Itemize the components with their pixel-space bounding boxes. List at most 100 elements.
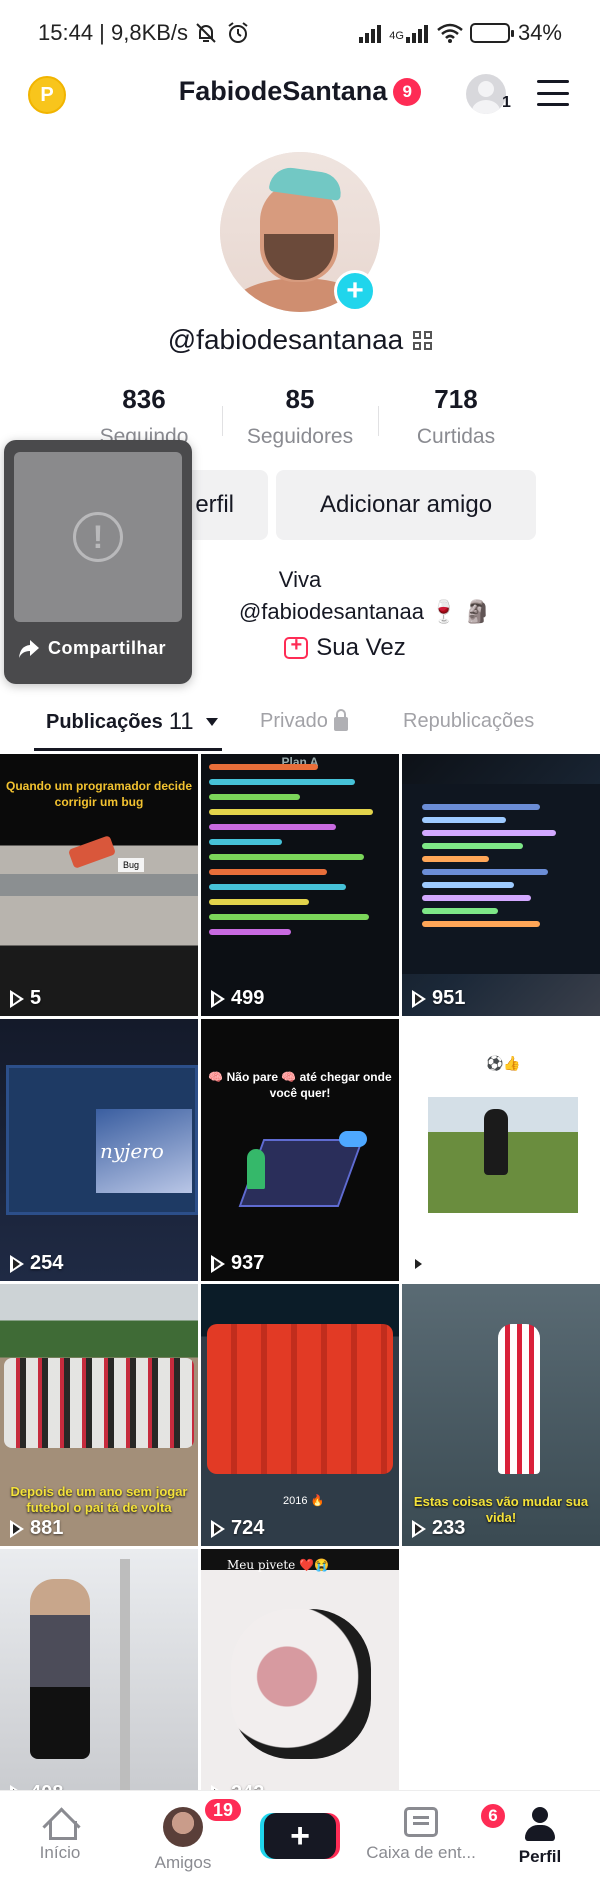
nav-inbox-label: Caixa de ent...	[366, 1843, 476, 1862]
link-label: Sua Vez	[316, 634, 406, 661]
home-icon	[43, 1807, 77, 1840]
stat-value: 718	[434, 384, 478, 414]
friends-badge: 19	[203, 1797, 243, 1823]
view-count-value: 5	[30, 987, 42, 1009]
menu-icon[interactable]	[537, 80, 569, 106]
signal-icon-2	[405, 23, 428, 43]
signal-icon	[359, 23, 382, 43]
tab-private[interactable]: Privado	[260, 708, 348, 733]
caret-down-icon	[205, 718, 218, 726]
stat-followers[interactable]: 85 Seguidores	[222, 384, 378, 449]
link-plus-icon	[284, 634, 309, 659]
share-button[interactable]: Compartilhar	[18, 638, 166, 659]
status-time-speed: 15:44 | 9,8KB/s	[38, 20, 189, 45]
tab-private-label: Privado	[260, 710, 328, 732]
nav-profile[interactable]: Perfil	[510, 1807, 570, 1867]
video-thumbnail[interactable]: ⚽👍 561	[402, 1019, 600, 1281]
view-count-value: 881	[30, 1517, 64, 1539]
video-thumbnail[interactable]: 951	[402, 754, 600, 1016]
video-thumbnail[interactable]: 408	[0, 1549, 198, 1811]
stat-value: 836	[122, 384, 166, 414]
view-count: 254	[10, 1252, 63, 1275]
tab-reposts-label: Republicações	[403, 710, 535, 732]
video-caption: 🧠 Não pare 🧠 até chegar onde você quer!	[208, 1070, 392, 1100]
stat-label: Seguidores	[246, 425, 354, 448]
inbox-icon: 6	[404, 1802, 507, 1837]
video-thumbnail[interactable]: Estas coisas vão mudar sua vida! 233	[402, 1284, 600, 1546]
video-thumbnail[interactable]: 2016 🔥 724	[201, 1284, 399, 1546]
share-arrow-icon	[19, 639, 39, 658]
alarm-icon	[226, 22, 252, 44]
mute-bell-icon	[194, 22, 220, 44]
bottom-nav: Início 19 Amigos + 6 Caixa de ent... Per…	[0, 1790, 600, 1901]
alert-icon: !	[73, 512, 123, 562]
video-grid: Quando um programador decide corrigir um…	[0, 754, 600, 1811]
view-count: 951	[412, 987, 465, 1010]
username-text: FabiodeSantana	[178, 76, 388, 106]
play-icon	[211, 1519, 225, 1538]
video-caption: 2016 🔥	[283, 1495, 325, 1507]
handle-row: @fabiodesantanaa	[0, 324, 600, 356]
status-bar: 15:44 | 9,8KB/s 4G 34%	[0, 0, 600, 66]
empty-grid-cell	[402, 1549, 600, 1811]
nav-home[interactable]: Início	[26, 1807, 94, 1863]
view-count-value: 937	[231, 1252, 265, 1274]
stat-label: Curtidas	[416, 425, 496, 448]
video-caption: Quando um programador decide corrigir um…	[5, 779, 193, 809]
video-thumbnail[interactable]: Meu pivete ❤️😭 242	[201, 1549, 399, 1811]
tab-publications-count: 11	[168, 708, 194, 735]
nav-friends-label: Amigos	[154, 1853, 212, 1872]
play-icon	[412, 1254, 426, 1273]
view-count: 937	[211, 1252, 264, 1275]
play-icon	[211, 1254, 225, 1273]
add-friend-button[interactable]: Adicionar amigo	[276, 470, 536, 540]
account-count: 1	[502, 94, 511, 111]
wifi-icon	[436, 22, 463, 44]
play-icon	[211, 989, 225, 1008]
tab-underline	[34, 748, 222, 751]
share-label: Compartilhar	[48, 638, 167, 658]
play-icon	[10, 989, 24, 1008]
video-caption: ⚽👍	[486, 1055, 521, 1071]
video-tag: Bug	[118, 858, 144, 872]
video-caption: Meu pivete ❤️😭	[227, 1558, 329, 1572]
view-count-value: 254	[30, 1252, 64, 1274]
view-count: 5	[10, 987, 41, 1010]
view-count: 233	[412, 1517, 465, 1540]
view-count-value: 724	[231, 1517, 265, 1539]
view-count: 499	[211, 987, 264, 1010]
lock-icon	[333, 708, 348, 731]
play-icon	[412, 1519, 426, 1538]
battery-percent: 34%	[517, 20, 562, 45]
friends-avatar-icon: 19	[163, 1797, 243, 1847]
tab-publications[interactable]: Publicações 11	[46, 708, 218, 736]
video-thumbnail[interactable]: 🧠 Não pare 🧠 até chegar onde você quer! …	[201, 1019, 399, 1281]
tab-reposts[interactable]: Republicações	[403, 710, 534, 733]
video-thumbnail[interactable]: Depois de um ano sem jogar futebol o pai…	[0, 1284, 198, 1546]
video-caption: Depois de um ano sem jogar futebol o pai…	[10, 1484, 188, 1515]
profile-header: P FabiodeSantana 9 1	[0, 66, 600, 122]
video-thumbnail[interactable]: Plan A 499	[201, 754, 399, 1016]
nav-friends[interactable]: 19 Amigos	[140, 1797, 243, 1873]
inbox-badge: 6	[479, 1802, 507, 1830]
video-thumbnail[interactable]: Quando um programador decide corrigir um…	[0, 754, 198, 1016]
share-popup[interactable]: ! Compartilhar	[4, 440, 192, 684]
account-avatar-icon[interactable]	[466, 74, 506, 114]
video-thumbnail[interactable]: nyjero 254	[0, 1019, 198, 1281]
status-left: 15:44 | 9,8KB/s	[38, 20, 252, 46]
notification-badge: 9	[393, 77, 422, 106]
stat-likes[interactable]: 718 Curtidas	[378, 384, 534, 449]
nav-inbox[interactable]: 6 Caixa de ent...	[356, 1802, 507, 1863]
stat-value: 85	[285, 384, 315, 414]
content-tabs: Publicações 11 Privado Republicações	[0, 698, 600, 754]
create-button[interactable]: +	[264, 1813, 336, 1859]
profile-person-icon	[523, 1807, 557, 1841]
add-photo-plus-icon[interactable]: +	[334, 270, 376, 312]
view-count-value: 233	[432, 1517, 466, 1539]
view-count: 881	[10, 1517, 63, 1540]
network-type: 4G	[389, 30, 404, 42]
view-count-value: 951	[432, 987, 466, 1009]
nav-home-label: Início	[39, 1843, 81, 1862]
view-count-value: 561	[432, 1252, 466, 1274]
qr-code-icon[interactable]	[413, 330, 433, 350]
